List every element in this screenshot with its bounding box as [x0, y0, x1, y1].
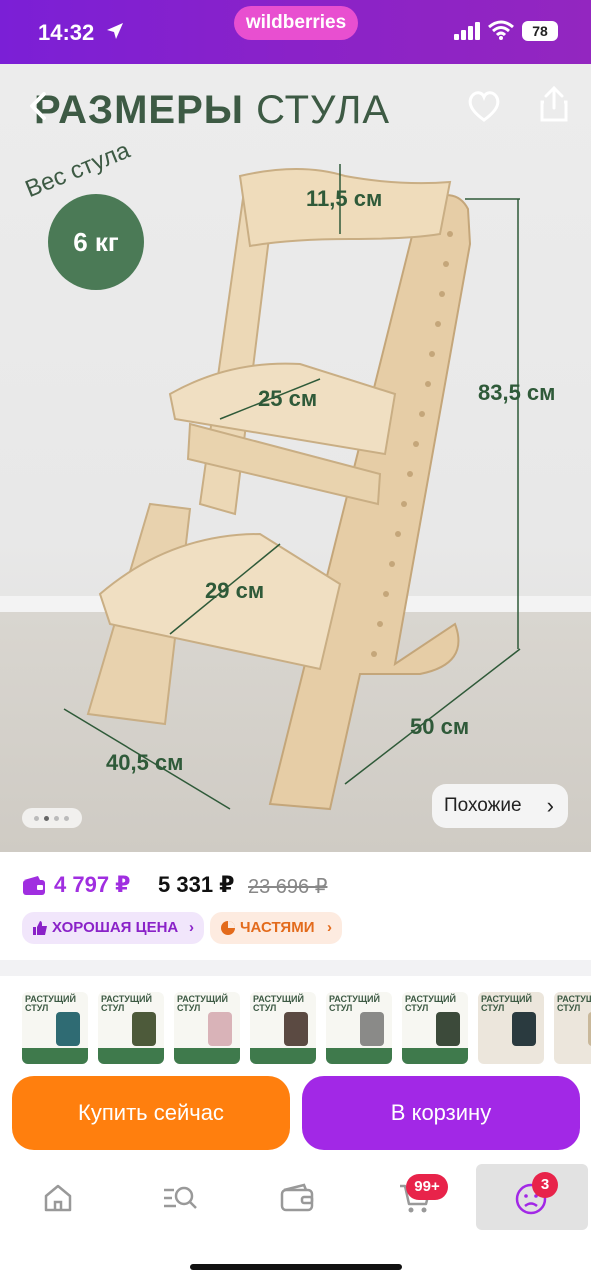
- good-price-chip[interactable]: ХОРОШАЯ ЦЕНА ›: [22, 912, 204, 944]
- status-bar: 14:32 wildberries 78: [0, 0, 591, 64]
- thumbnail-base: [326, 1048, 392, 1064]
- pager-dot: [64, 816, 69, 821]
- pie-chart-icon: [221, 921, 235, 935]
- nav-cart[interactable]: 99+: [374, 1168, 454, 1232]
- pager-dot-active: [44, 816, 49, 821]
- image-title: РАЗМЕРЫ СТУЛА: [34, 88, 390, 133]
- wallet-price: 4 797 ₽: [54, 872, 131, 897]
- wallet-icon: [280, 1183, 314, 1212]
- similar-label: Похожие: [444, 795, 522, 816]
- status-time: 14:32: [38, 20, 95, 45]
- cart-badge: 99+: [406, 1174, 448, 1200]
- signal-icon: [454, 22, 480, 40]
- chair-illustration: [63, 164, 521, 811]
- thumbnail-title: РАСТУЩИЙ СТУЛ: [177, 994, 228, 1013]
- add-to-cart-button[interactable]: В корзину: [302, 1076, 580, 1150]
- thumbnail-seat: [436, 1012, 460, 1046]
- back-chevron-icon[interactable]: [24, 86, 54, 126]
- variant-thumbnail[interactable]: РАСТУЩИЙ СТУЛ: [402, 992, 468, 1064]
- home-icon: [44, 1184, 72, 1212]
- thumbnail-title: РАСТУЩИЙ СТУЛ: [25, 994, 76, 1013]
- variant-thumbnail[interactable]: РАСТУЩИЙ СТУЛ: [478, 992, 544, 1064]
- variant-thumbnails[interactable]: РАСТУЩИЙ СТУЛ РАСТУЩИЙ СТУЛ РАСТУЩИЙ СТУ…: [22, 992, 591, 1066]
- thumbnail-seat: [208, 1012, 232, 1046]
- dim-width: 40,5 см: [106, 750, 184, 775]
- thumbnail-seat: [132, 1012, 156, 1046]
- dim-foot-depth: 29 см: [205, 578, 265, 603]
- dim-total-height: 83,5 см: [478, 380, 556, 405]
- brand-pill[interactable]: wildberries: [234, 6, 358, 40]
- app-root: 14:32 wildberries 78 РАЗМЕРЫ СТУЛА Вес с…: [0, 0, 591, 1280]
- wallet-icon: [23, 876, 45, 895]
- thumbnail-seat: [512, 1012, 536, 1046]
- dim-back-height: 11,5 см: [306, 186, 383, 211]
- buy-now-button[interactable]: Купить сейчас: [12, 1076, 290, 1150]
- thumbnail-title: РАСТУЩИЙ СТУЛ: [481, 994, 532, 1013]
- share-icon[interactable]: [536, 84, 572, 124]
- thumbnail-seat: [360, 1012, 384, 1046]
- price: 5 331 ₽: [158, 872, 235, 897]
- price-row: 4 797 ₽ 5 331 ₽ 23 696 ₽: [22, 870, 582, 904]
- variant-thumbnail[interactable]: РАСТУЩИЙ СТУЛ: [554, 992, 591, 1064]
- variant-thumbnail[interactable]: РАСТУЩИЙ СТУЛ: [174, 992, 240, 1064]
- thumbnail-base: [402, 1048, 468, 1064]
- chevron-right-icon: ›: [546, 793, 554, 818]
- wifi-icon: [488, 20, 514, 40]
- profile-badge: 3: [532, 1172, 558, 1198]
- chevron-right-icon: ›: [189, 919, 194, 936]
- dim-depth: 50 см: [410, 714, 470, 739]
- variant-thumbnail[interactable]: РАСТУЩИЙ СТУЛ: [326, 992, 392, 1064]
- similar-button[interactable]: Похожие ›: [432, 784, 568, 828]
- installments-label: ЧАСТЯМИ: [240, 919, 315, 936]
- nav-wallet[interactable]: [256, 1168, 336, 1232]
- variant-thumbnail[interactable]: РАСТУЩИЙ СТУЛ: [22, 992, 88, 1064]
- home-indicator: [190, 1264, 402, 1270]
- catalog-search-icon: [164, 1186, 197, 1209]
- variant-thumbnail[interactable]: РАСТУЩИЙ СТУЛ: [250, 992, 316, 1064]
- thumbnail-seat: [56, 1012, 80, 1046]
- thumbnail-base: [174, 1048, 240, 1064]
- thumbnail-title: РАСТУЩИЙ СТУЛ: [405, 994, 456, 1013]
- battery-indicator: 78: [522, 21, 558, 41]
- thumbnail-base: [22, 1048, 88, 1064]
- heart-icon[interactable]: [464, 86, 504, 126]
- old-price: 23 696 ₽: [248, 876, 328, 898]
- thumbnail-seat: [284, 1012, 308, 1046]
- pager-dot: [54, 816, 59, 821]
- pager-dot: [34, 816, 39, 821]
- location-arrow-icon: [107, 23, 123, 39]
- nav-catalog[interactable]: [138, 1168, 218, 1232]
- image-title-rest: СТУЛА: [243, 88, 391, 132]
- bottom-nav: 99+ 3: [0, 1160, 591, 1280]
- thumbnail-base: [98, 1048, 164, 1064]
- thumbnail-title: РАСТУЩИЙ СТУЛ: [557, 994, 591, 1013]
- nav-profile[interactable]: 3: [476, 1164, 588, 1230]
- dim-top-seat-depth: 25 см: [258, 386, 318, 411]
- good-price-label: ХОРОШАЯ ЦЕНА: [52, 919, 179, 936]
- thumbnail-title: РАСТУЩИЙ СТУЛ: [101, 994, 152, 1013]
- product-image[interactable]: РАЗМЕРЫ СТУЛА Вес стула 6 кг 11,5 см 25 …: [0, 64, 591, 852]
- image-title-bold: РАЗМЕРЫ: [34, 88, 244, 132]
- thumbnail-title: РАСТУЩИЙ СТУЛ: [253, 994, 304, 1013]
- thumbnail-title: РАСТУЩИЙ СТУЛ: [329, 994, 380, 1013]
- thumbs-up-icon: [33, 921, 47, 935]
- image-pager-dots[interactable]: [22, 808, 82, 828]
- section-divider: [0, 960, 591, 976]
- nav-home[interactable]: [18, 1168, 98, 1232]
- weight-badge: 6 кг: [48, 194, 144, 290]
- chevron-right-icon: ›: [327, 919, 332, 936]
- variant-thumbnail[interactable]: РАСТУЩИЙ СТУЛ: [98, 992, 164, 1064]
- thumbnail-base: [250, 1048, 316, 1064]
- installments-chip[interactable]: ЧАСТЯМИ ›: [210, 912, 342, 944]
